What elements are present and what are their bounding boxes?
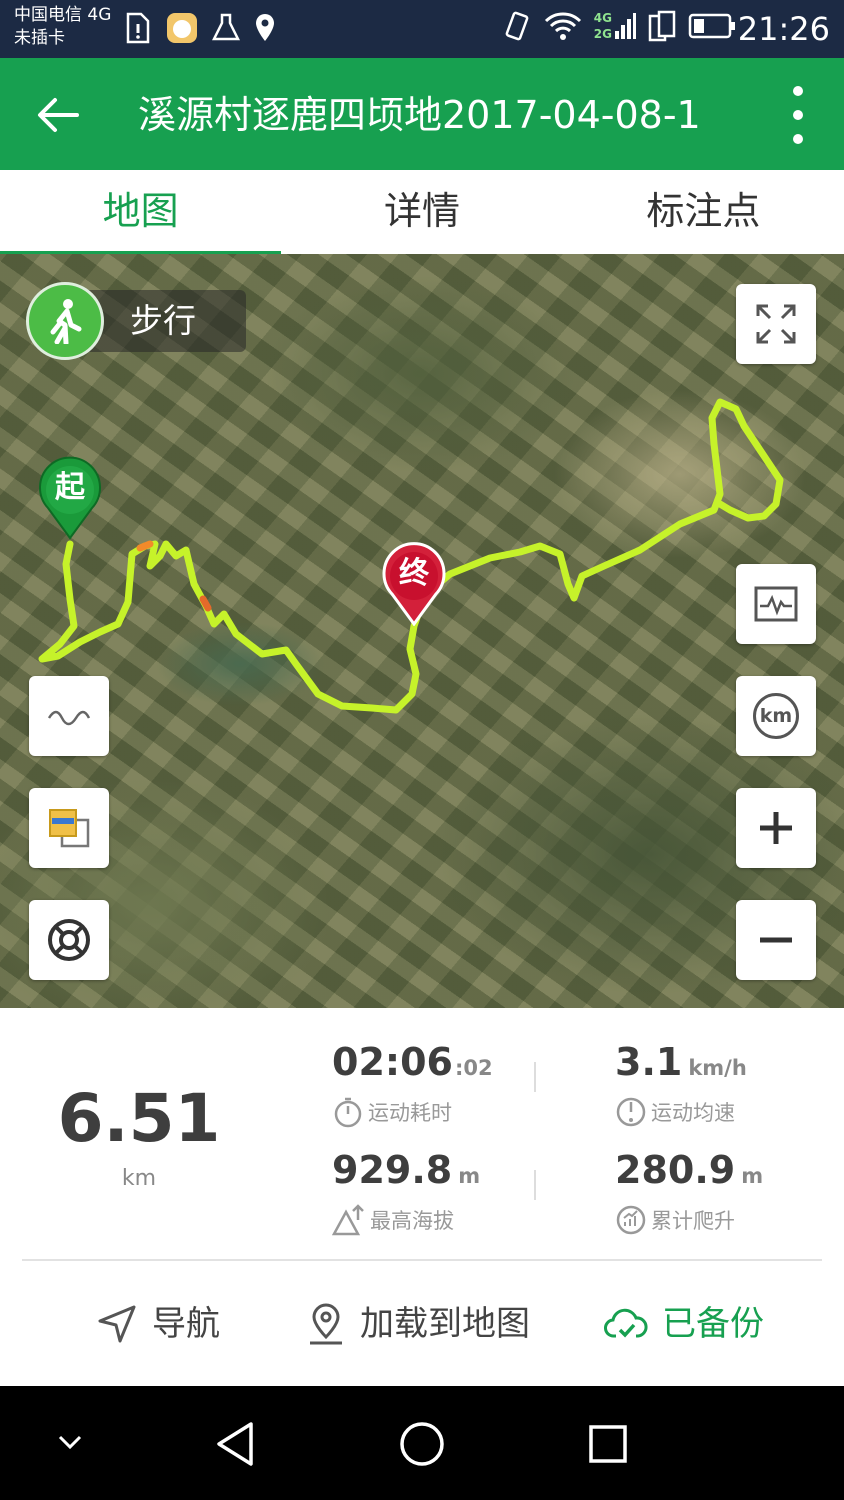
vibrate-icon	[505, 11, 529, 41]
duration-label: 运动耗时	[368, 1101, 452, 1125]
network-type-top: 4G	[593, 11, 612, 25]
duration-seconds: :02	[454, 1056, 493, 1080]
altitude-stat: 929.8 m 最高海拔	[332, 1148, 480, 1236]
climb-value: 280.9	[615, 1148, 736, 1192]
navigate-label: 导航	[152, 1304, 220, 1344]
load-to-map-label: 加载到地图	[360, 1304, 530, 1344]
wave-icon	[47, 710, 91, 726]
distance-value: 6.51	[57, 1080, 221, 1157]
app-notification-icon	[167, 13, 197, 43]
zoom-out-button[interactable]	[736, 900, 816, 980]
walking-icon	[50, 299, 82, 344]
map-pin-icon	[310, 1303, 342, 1345]
sport-mode-selector[interactable]: 步行	[26, 282, 246, 360]
minus-icon	[760, 937, 792, 943]
km-icon-label: km	[759, 705, 793, 727]
arrow-left-icon	[38, 98, 79, 132]
end-marker[interactable]: 终	[378, 542, 450, 627]
end-marker-label: 终	[399, 556, 429, 591]
notification-icons	[122, 12, 276, 44]
track-stats: 6.51 km 02:06:02 运动耗时 3.1 km/h 运动均速 929.8…	[0, 1008, 844, 1260]
cloud-check-icon	[604, 1308, 648, 1338]
altitude-value: 929.8	[332, 1148, 453, 1192]
duration-value: 02:06	[332, 1040, 453, 1084]
more-vert-icon	[793, 86, 803, 96]
home-nav-button[interactable]	[392, 1414, 452, 1474]
circle-home-icon	[400, 1422, 444, 1466]
stats-divider	[22, 1259, 822, 1261]
mode-icon-circle	[26, 282, 104, 360]
page-title: 溪源村逐鹿四顷地2017-04-08-1	[138, 93, 701, 137]
navigation-arrow-icon	[98, 1305, 136, 1343]
backup-status-label: 已备份	[662, 1304, 764, 1344]
fullscreen-icon	[756, 304, 796, 344]
clock: 21:26	[737, 10, 830, 48]
dual-sim-icon	[648, 10, 676, 42]
sim-status: 未插卡	[14, 28, 65, 48]
start-marker[interactable]: 起	[34, 456, 106, 540]
altitude-unit: m	[458, 1164, 481, 1188]
more-options-button[interactable]	[786, 86, 810, 144]
speed-stat: 3.1 km/h 运动均速	[615, 1040, 747, 1128]
wifi-icon	[544, 12, 581, 40]
lifebuoy-icon	[48, 919, 90, 961]
tab-map[interactable]: 地图	[0, 170, 282, 255]
speedometer-icon	[616, 1097, 646, 1127]
battery-icon	[688, 13, 735, 39]
climb-label: 累计爬升	[651, 1209, 735, 1233]
hide-nav-button[interactable]	[44, 1416, 96, 1468]
load-to-map-button[interactable]: 加载到地图	[306, 1296, 530, 1352]
climb-chart-icon	[616, 1205, 646, 1235]
app-bar: 溪源村逐鹿四顷地2017-04-08-1	[0, 58, 844, 170]
back-button[interactable]	[30, 88, 84, 142]
action-bar: 导航 加载到地图 已备份	[0, 1262, 844, 1386]
sport-mode-label: 步行	[130, 301, 196, 340]
climb-stat: 280.9 m 累计爬升	[615, 1148, 763, 1236]
map-layer-button[interactable]	[29, 788, 109, 868]
back-nav-button[interactable]	[204, 1416, 266, 1472]
elevation-chart-button[interactable]	[736, 564, 816, 644]
network-type-bottom: 2G	[593, 27, 612, 41]
speed-value: 3.1	[615, 1040, 683, 1084]
system-icons: 4G 2G	[502, 10, 736, 42]
locate-button[interactable]	[29, 900, 109, 980]
sim-alert-icon	[126, 12, 150, 44]
distance-unit: km	[121, 1166, 157, 1191]
stopwatch-icon	[334, 1097, 362, 1128]
track-style-button[interactable]	[29, 676, 109, 756]
duration-stat: 02:06:02 运动耗时	[332, 1040, 493, 1128]
speed-unit: km/h	[688, 1056, 747, 1080]
navigate-button[interactable]: 导航	[96, 1296, 220, 1352]
signal-icon	[615, 13, 636, 39]
backup-status-button[interactable]: 已备份	[604, 1296, 764, 1352]
chevron-down-icon	[58, 1435, 82, 1450]
tab-waypoints[interactable]: 标注点	[563, 170, 844, 254]
mountain-arrow-icon	[332, 1204, 364, 1236]
climb-unit: m	[741, 1164, 764, 1188]
fullscreen-button[interactable]	[736, 284, 816, 364]
status-bar: 中国电信 4G 未插卡 4G 2G 21:26	[0, 0, 844, 58]
km-markers-button[interactable]: km	[736, 676, 816, 756]
speed-label: 运动均速	[651, 1101, 735, 1125]
km-icon: km	[753, 693, 799, 739]
altitude-label: 最高海拔	[370, 1209, 454, 1233]
carrier-name: 中国电信 4G	[14, 5, 112, 25]
start-marker-label: 起	[55, 470, 85, 505]
triangle-back-icon	[217, 1422, 253, 1466]
tab-bar: 地图 详情 标注点	[0, 170, 844, 255]
system-navigation-bar	[0, 1386, 844, 1500]
map-view[interactable]: 步行 起 终 km	[0, 254, 844, 1008]
track-route	[38, 398, 784, 714]
cellular-indicator: 4G 2G	[594, 11, 636, 41]
pulse-chart-icon	[754, 586, 798, 622]
zoom-in-button[interactable]	[736, 788, 816, 868]
recents-nav-button[interactable]	[578, 1416, 638, 1472]
tab-details[interactable]: 详情	[281, 170, 562, 254]
plus-icon	[760, 812, 792, 844]
location-icon	[256, 14, 274, 41]
layers-icon	[49, 809, 90, 848]
carrier-info: 中国电信 4G 未插卡	[14, 4, 111, 50]
square-recents-icon	[589, 1425, 627, 1463]
flask-icon	[212, 13, 240, 41]
